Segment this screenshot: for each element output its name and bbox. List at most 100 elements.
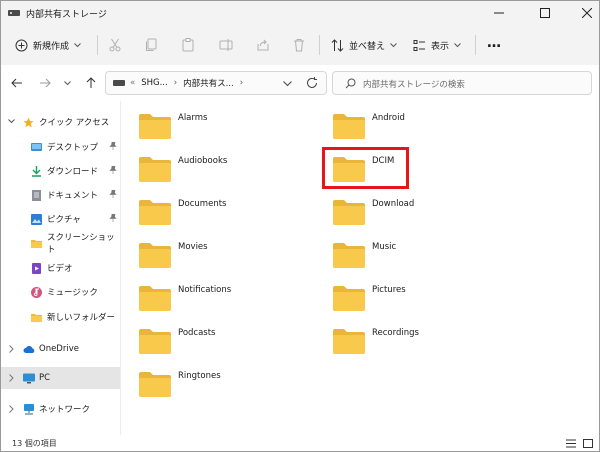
folder-item[interactable]: Notifications <box>139 283 319 313</box>
folder-name: Android <box>372 113 405 123</box>
paste-button[interactable] <box>178 35 198 55</box>
rename-icon <box>219 39 233 51</box>
sidebar-item-new-folder[interactable]: 新しいフォルダー <box>1 306 120 328</box>
search-placeholder: 内部共有ストレージの検索 <box>363 80 465 90</box>
cut-button[interactable] <box>105 35 125 55</box>
sidebar-item-pictures[interactable]: ピクチャ <box>1 208 120 230</box>
folder-icon <box>31 312 42 323</box>
folder-item[interactable]: Alarms <box>139 111 319 141</box>
sidebar-item-quick-access[interactable]: クイック アクセス <box>1 111 120 133</box>
sidebar-item-label: 新しいフォルダー <box>47 313 116 323</box>
sidebar-item-screenshots[interactable]: スクリーンショット <box>1 232 120 255</box>
sidebar-item-desktop[interactable]: デスクトップ <box>1 136 120 158</box>
delete-button[interactable] <box>289 35 309 55</box>
new-button[interactable]: 新規作成 <box>15 35 81 55</box>
network-icon <box>23 403 34 415</box>
chevron-right-icon[interactable] <box>9 405 14 413</box>
up-button[interactable] <box>81 73 101 93</box>
copy-button[interactable] <box>141 35 161 55</box>
sidebar-item-downloads[interactable]: ダウンロード <box>1 160 120 182</box>
chevron-down-icon <box>74 42 81 47</box>
view-icon <box>413 39 425 51</box>
recent-locations-button[interactable] <box>57 73 77 93</box>
sidebar-item-pc[interactable]: PC <box>1 367 120 389</box>
sidebar-item-documents[interactable]: ドキュメント <box>1 184 120 206</box>
sidebar-item-label: ピクチャ <box>47 215 81 225</box>
sidebar-item-onedrive[interactable]: OneDrive <box>1 338 120 360</box>
sidebar-item-label: ドキュメント <box>47 191 99 201</box>
folder-item[interactable]: Documents <box>139 197 319 227</box>
video-icon <box>31 262 42 274</box>
folder-name: Alarms <box>178 113 208 123</box>
plus-circle-icon <box>15 39 28 51</box>
computer-icon <box>23 373 35 384</box>
folder-name: Movies <box>178 242 208 252</box>
folder-name: Pictures <box>372 285 406 295</box>
folder-item[interactable]: Audiobooks <box>139 154 319 184</box>
view-button-label: 表示 <box>431 41 450 52</box>
separator <box>319 35 320 55</box>
minimize-button[interactable] <box>479 1 519 25</box>
sidebar-item-label: ダウンロード <box>47 167 99 177</box>
more-options-button[interactable]: … <box>487 33 501 53</box>
search-icon <box>345 78 356 89</box>
folder-icon <box>139 114 171 139</box>
forward-button[interactable] <box>35 73 55 93</box>
folder-item[interactable]: Recordings <box>333 326 513 356</box>
address-bar[interactable]: « SHG... › 内部共有ス... › <box>105 71 327 95</box>
sidebar-item-music[interactable]: ミュージック <box>1 281 120 303</box>
chevron-down-icon <box>454 42 461 47</box>
large-icons-view-icon[interactable] <box>583 439 593 448</box>
folder-icon <box>139 372 171 397</box>
chevron-down-icon <box>390 42 397 47</box>
view-button[interactable]: 表示 <box>413 35 461 55</box>
scissors-icon <box>109 38 121 52</box>
cloud-icon <box>23 344 35 355</box>
highlight-box <box>322 147 409 189</box>
folder-item[interactable]: Android <box>333 111 513 141</box>
folder-item[interactable]: Download <box>333 197 513 227</box>
folder-icon <box>333 329 365 354</box>
breadcrumb-storage[interactable]: 内部共有ス... <box>183 77 234 89</box>
copy-icon <box>146 38 157 51</box>
back-button[interactable] <box>7 73 27 93</box>
folder-icon <box>139 243 171 268</box>
folder-item[interactable]: Movies <box>139 240 319 270</box>
maximize-button[interactable] <box>525 1 565 25</box>
folder-name: Audiobooks <box>178 156 228 166</box>
folder-item[interactable]: Ringtones <box>139 369 319 399</box>
close-button[interactable] <box>567 1 600 25</box>
sidebar-item-label: スクリーンショット <box>47 233 115 255</box>
search-input[interactable]: 内部共有ストレージの検索 <box>332 71 592 95</box>
folder-item[interactable]: Pictures <box>333 283 513 313</box>
download-icon <box>31 165 42 177</box>
command-bar: 新規作成 並べ替え 表示 … <box>1 25 599 65</box>
status-bar: 13 個の項目 <box>1 435 599 451</box>
breadcrumb-device[interactable]: SHG... <box>141 78 167 88</box>
folder-name: Music <box>372 242 397 252</box>
folder-item[interactable]: Podcasts <box>139 326 319 356</box>
chevron-right-icon[interactable] <box>9 374 14 382</box>
share-button[interactable] <box>253 35 273 55</box>
sort-button[interactable]: 並べ替え <box>331 35 397 55</box>
rename-button[interactable] <box>216 35 236 55</box>
trash-icon <box>294 39 304 52</box>
chevron-down-icon[interactable] <box>283 81 292 87</box>
sidebar-item-videos[interactable]: ビデオ <box>1 257 120 279</box>
chevron-right-icon[interactable] <box>9 345 14 353</box>
refresh-icon[interactable] <box>306 77 318 89</box>
folder-icon <box>139 200 171 225</box>
chevron-down-icon[interactable] <box>8 119 15 124</box>
folder-name: Recordings <box>372 328 419 338</box>
folder-name: Documents <box>178 199 227 209</box>
folder-item[interactable]: Music <box>333 240 513 270</box>
share-icon <box>257 39 269 51</box>
details-view-icon[interactable] <box>566 439 576 448</box>
pin-icon <box>109 165 117 176</box>
breadcrumb-overflow[interactable]: « <box>130 78 135 88</box>
folder-name: Ringtones <box>178 371 221 381</box>
arrow-right-icon <box>40 78 51 88</box>
sidebar-item-network[interactable]: ネットワーク <box>1 398 120 420</box>
separator <box>475 35 476 55</box>
sidebar-item-label: ミュージック <box>47 288 98 298</box>
